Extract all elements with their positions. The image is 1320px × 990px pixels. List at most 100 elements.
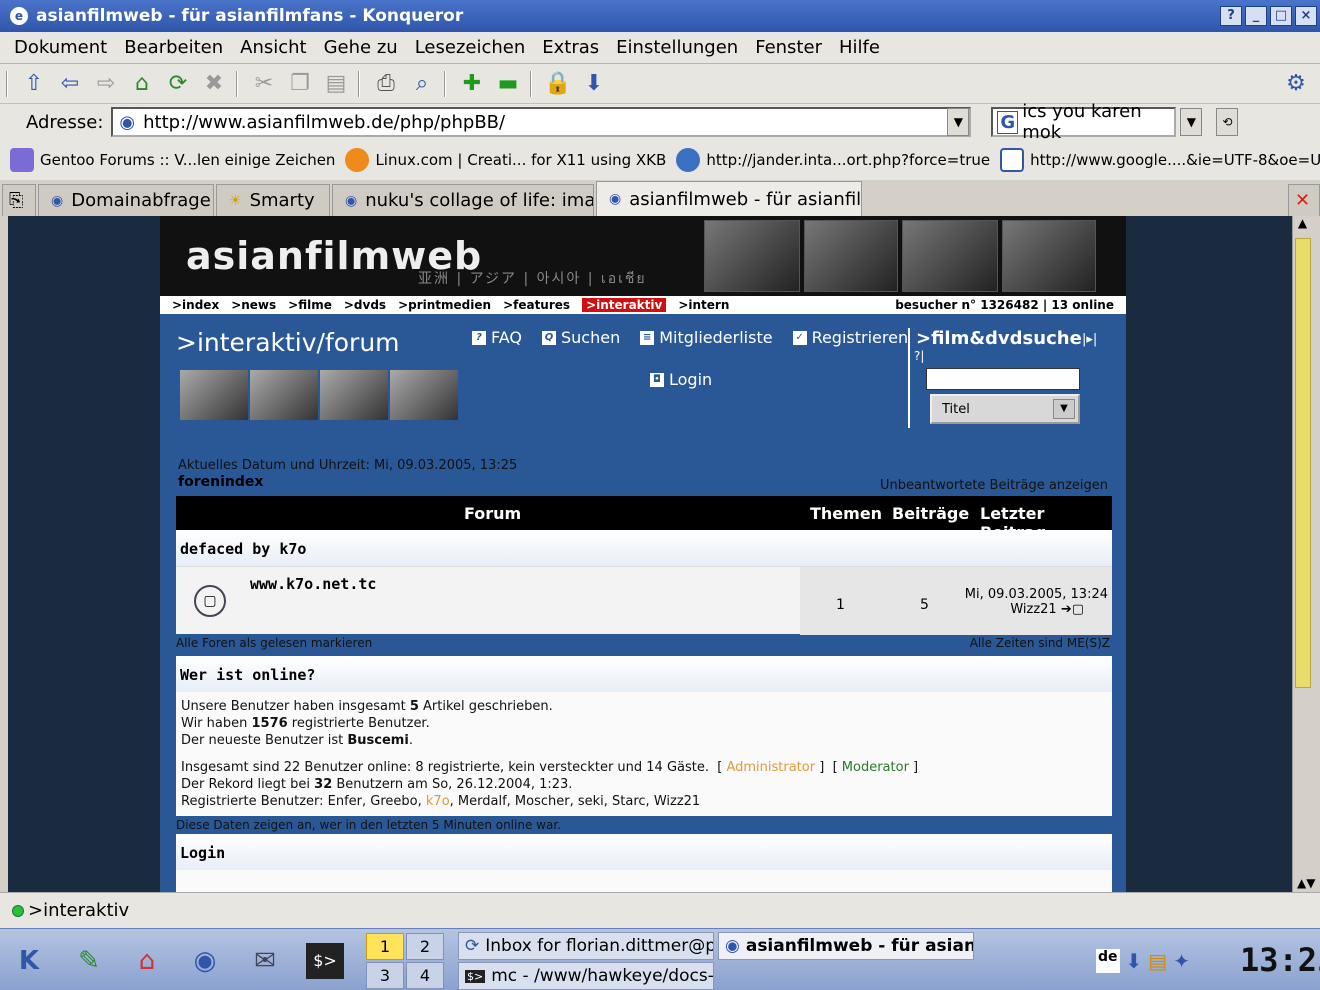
bookmark-item[interactable]: Gentoo Forums :: V...len einige Zeichen <box>10 148 335 172</box>
film-search-help[interactable]: ?| <box>914 349 1108 363</box>
desktop-4[interactable]: 4 <box>406 962 444 989</box>
register-link[interactable]: ✓ Registrieren <box>792 328 908 347</box>
nav-printmedien[interactable]: >printmedien <box>398 298 491 312</box>
tab-asianfilmweb[interactable]: ◉ asianfilmweb - für asianfil... <box>596 181 862 216</box>
clear-location-icon[interactable]: ⟲ <box>1216 108 1239 136</box>
zoom-in-icon[interactable]: ✚ <box>456 68 488 100</box>
up-arrow-icon[interactable]: ⇧ <box>18 68 50 100</box>
menu-dokument[interactable]: Dokument <box>14 37 107 58</box>
home-folder-icon[interactable]: ⌂ <box>128 943 166 979</box>
tab-domainabfrage[interactable]: ◉ Domainabfrage <box>38 184 214 216</box>
lock-icon[interactable]: 🔒 <box>542 68 574 100</box>
task-mc[interactable]: $> mc - /www/hawkeye/docs-p <box>458 962 714 990</box>
minimize-button[interactable]: _ <box>1245 6 1267 26</box>
mark-read-link[interactable]: Alle Foren als gelesen markieren <box>176 636 372 650</box>
browser-icon[interactable]: ◉ <box>186 943 224 979</box>
nav-dvds[interactable]: >dvds <box>344 298 386 312</box>
desktop-2[interactable]: 2 <box>406 933 444 960</box>
film-search-input[interactable] <box>926 368 1080 390</box>
vertical-scrollbar[interactable]: ▲ ▲▼ <box>1292 216 1315 892</box>
clipboard-icon[interactable]: ▤ <box>1148 949 1167 973</box>
nav-index[interactable]: >index <box>172 298 219 312</box>
search-dropdown-icon[interactable]: ▼ <box>1180 108 1203 136</box>
film-search-go-icon[interactable]: |▸| <box>1082 332 1097 347</box>
konqueror-icon[interactable]: e <box>10 7 28 25</box>
menu-fenster[interactable]: Fenster <box>755 37 822 58</box>
reload-icon[interactable]: ⟳ <box>162 68 194 100</box>
desktop-1[interactable]: 1 <box>366 933 404 960</box>
url-dropdown-icon[interactable]: ▼ <box>947 108 970 136</box>
admin-user-link[interactable]: k7o <box>426 794 450 809</box>
faq-link[interactable]: ? FAQ <box>472 328 522 347</box>
nav-intern[interactable]: >intern <box>678 298 729 312</box>
print-icon[interactable]: ⎙ <box>370 68 402 100</box>
unanswered-link[interactable]: Unbeantwortete Beiträge anzeigen <box>880 478 1108 493</box>
moderator-legend: Moderator <box>841 760 909 775</box>
bookmark-item[interactable]: http://jander.inta...ort.php?force=true <box>676 148 990 172</box>
zoom-out-icon[interactable]: ▬ <box>492 68 524 100</box>
menu-ansicht[interactable]: Ansicht <box>240 37 306 58</box>
copy-icon[interactable]: ❐ <box>284 68 316 100</box>
clock[interactable]: 13:25 <box>1240 941 1320 979</box>
paste-icon[interactable]: ▤ <box>320 68 352 100</box>
gear-icon[interactable]: ⚙ <box>1280 68 1312 100</box>
url-input[interactable]: ◉ http://www.asianfilmweb.de/php/phpBB/ … <box>111 107 972 137</box>
download-icon[interactable]: ⬇ <box>1126 949 1143 973</box>
search-text[interactable]: ics you karen mok <box>1022 101 1174 143</box>
nav-interaktiv[interactable]: >interaktiv <box>582 298 667 312</box>
keyboard-layout[interactable]: de <box>1096 949 1120 973</box>
table-footer: Alle Foren als gelesen markieren Alle Ze… <box>176 636 1112 652</box>
toolbar-handle[interactable] <box>6 70 8 97</box>
cut-icon[interactable]: ✂ <box>248 68 280 100</box>
task-inbox[interactable]: ⟳ Inbox for florian.dittmer@py <box>458 932 714 960</box>
scroll-thumb[interactable] <box>1295 238 1311 688</box>
close-tab-button[interactable]: ✕ <box>1288 184 1320 216</box>
nav-news[interactable]: >news <box>231 298 276 312</box>
home-icon[interactable]: ⌂ <box>126 68 158 100</box>
url-text[interactable]: http://www.asianfilmweb.de/php/phpBB/ <box>143 112 505 133</box>
maximize-button[interactable]: □ <box>1270 6 1292 26</box>
memberlist-link[interactable]: ≡ Mitgliederliste <box>640 328 773 347</box>
menu-einstellungen[interactable]: Einstellungen <box>616 37 738 58</box>
forward-arrow-icon[interactable]: ⇨ <box>90 68 122 100</box>
bookmark-toolbar: Gentoo Forums :: V...len einige Zeichen … <box>0 140 1320 180</box>
nav-features[interactable]: >features <box>503 298 570 312</box>
category-row[interactable]: defaced by k7o <box>176 530 1112 566</box>
bookmark-item[interactable]: http://www.google....&ie=UTF-8&oe=UTF <box>1000 148 1320 172</box>
tab-smarty[interactable]: ☀ Smarty <box>216 184 330 216</box>
last-post-user[interactable]: Wizz21 ➔▢ <box>936 602 1084 617</box>
search-link[interactable]: Q Suchen <box>542 328 620 347</box>
forenindex-link[interactable]: forenindex <box>178 474 263 490</box>
google-icon[interactable]: G <box>997 110 1019 134</box>
menu-lesezeichen[interactable]: Lesezeichen <box>415 37 526 58</box>
editor-icon[interactable]: ✎ <box>70 943 108 979</box>
close-button[interactable]: × <box>1295 6 1317 26</box>
terminal-icon[interactable]: $> <box>306 943 344 979</box>
scroll-down-icon[interactable]: ▲▼ <box>1297 876 1315 890</box>
forum-name-link[interactable]: www.k7o.net.tc <box>250 575 376 593</box>
stop-icon[interactable]: ✖ <box>198 68 230 100</box>
network-icon[interactable]: ✦ <box>1173 949 1190 973</box>
tab-nuku[interactable]: ◉ nuku's collage of life: ima... <box>332 184 594 216</box>
k-menu-icon[interactable]: K <box>10 943 48 979</box>
task-label: mc - /www/hawkeye/docs-p <box>491 966 714 986</box>
desktop-3[interactable]: 3 <box>366 962 404 989</box>
help-button[interactable]: ? <box>1220 6 1242 26</box>
menu-bearbeiten[interactable]: Bearbeiten <box>124 37 223 58</box>
print-preview-icon[interactable]: ⌕ <box>406 68 438 100</box>
download-icon[interactable]: ⬇ <box>578 68 610 100</box>
task-asianfilmweb[interactable]: ◉ asianfilmweb - für asianfil <box>718 932 974 960</box>
menu-gehe-zu[interactable]: Gehe zu <box>324 37 398 58</box>
bookmark-item[interactable]: Linux.com | Creati... for X11 using XKB <box>345 148 666 172</box>
newest-user-link[interactable]: Buscemi <box>347 733 408 748</box>
film-search-select[interactable]: Titel ▼ <box>930 394 1080 424</box>
back-arrow-icon[interactable]: ⇦ <box>54 68 86 100</box>
login-link[interactable]: ◘ Login <box>650 370 712 389</box>
menu-extras[interactable]: Extras <box>542 37 599 58</box>
search-input[interactable]: G ics you karen mok <box>991 101 1177 143</box>
menu-hilfe[interactable]: Hilfe <box>839 37 880 58</box>
nav-filme[interactable]: >filme <box>288 298 332 312</box>
new-tab-button[interactable]: ⎘ <box>2 184 36 216</box>
mail-icon[interactable]: ✉ <box>246 943 284 979</box>
scroll-up-icon[interactable]: ▲ <box>1293 216 1312 230</box>
